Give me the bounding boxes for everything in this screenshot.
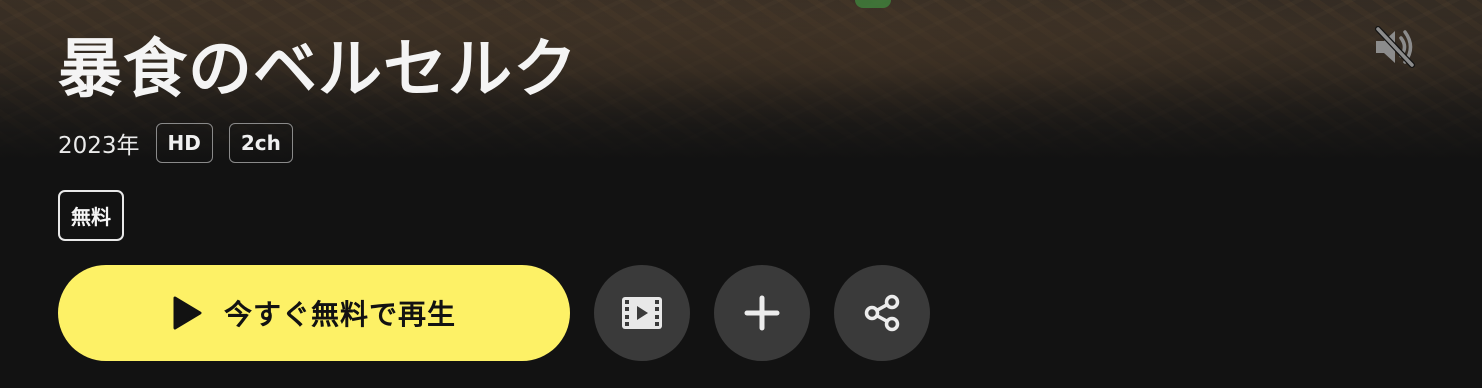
volume-muted-icon [1375,26,1415,68]
audio-tag-2ch: 2ch [228,123,293,163]
title-meta: 2023年 HD 2ch [58,122,293,164]
hero-background-detail [855,0,891,8]
add-to-list-button[interactable] [714,265,810,361]
quality-tag-hd: HD [155,123,213,163]
release-year: 2023年 [58,133,140,159]
title-hero: 暴食のベルセルク 2023年 HD 2ch 無料 今すぐ無料で再生 [0,0,1482,388]
play-icon [172,296,202,330]
page-title: 暴食のベルセルク [58,33,578,107]
share-button[interactable] [834,265,930,361]
trailer-button[interactable] [594,265,690,361]
mute-button[interactable] [1372,26,1418,68]
play-now-label: 今すぐ無料で再生 [223,298,456,331]
film-icon [622,297,662,329]
share-icon [864,294,900,332]
play-now-button[interactable]: 今すぐ無料で再生 [58,265,570,361]
plus-icon [744,295,780,331]
free-badge: 無料 [58,190,124,241]
